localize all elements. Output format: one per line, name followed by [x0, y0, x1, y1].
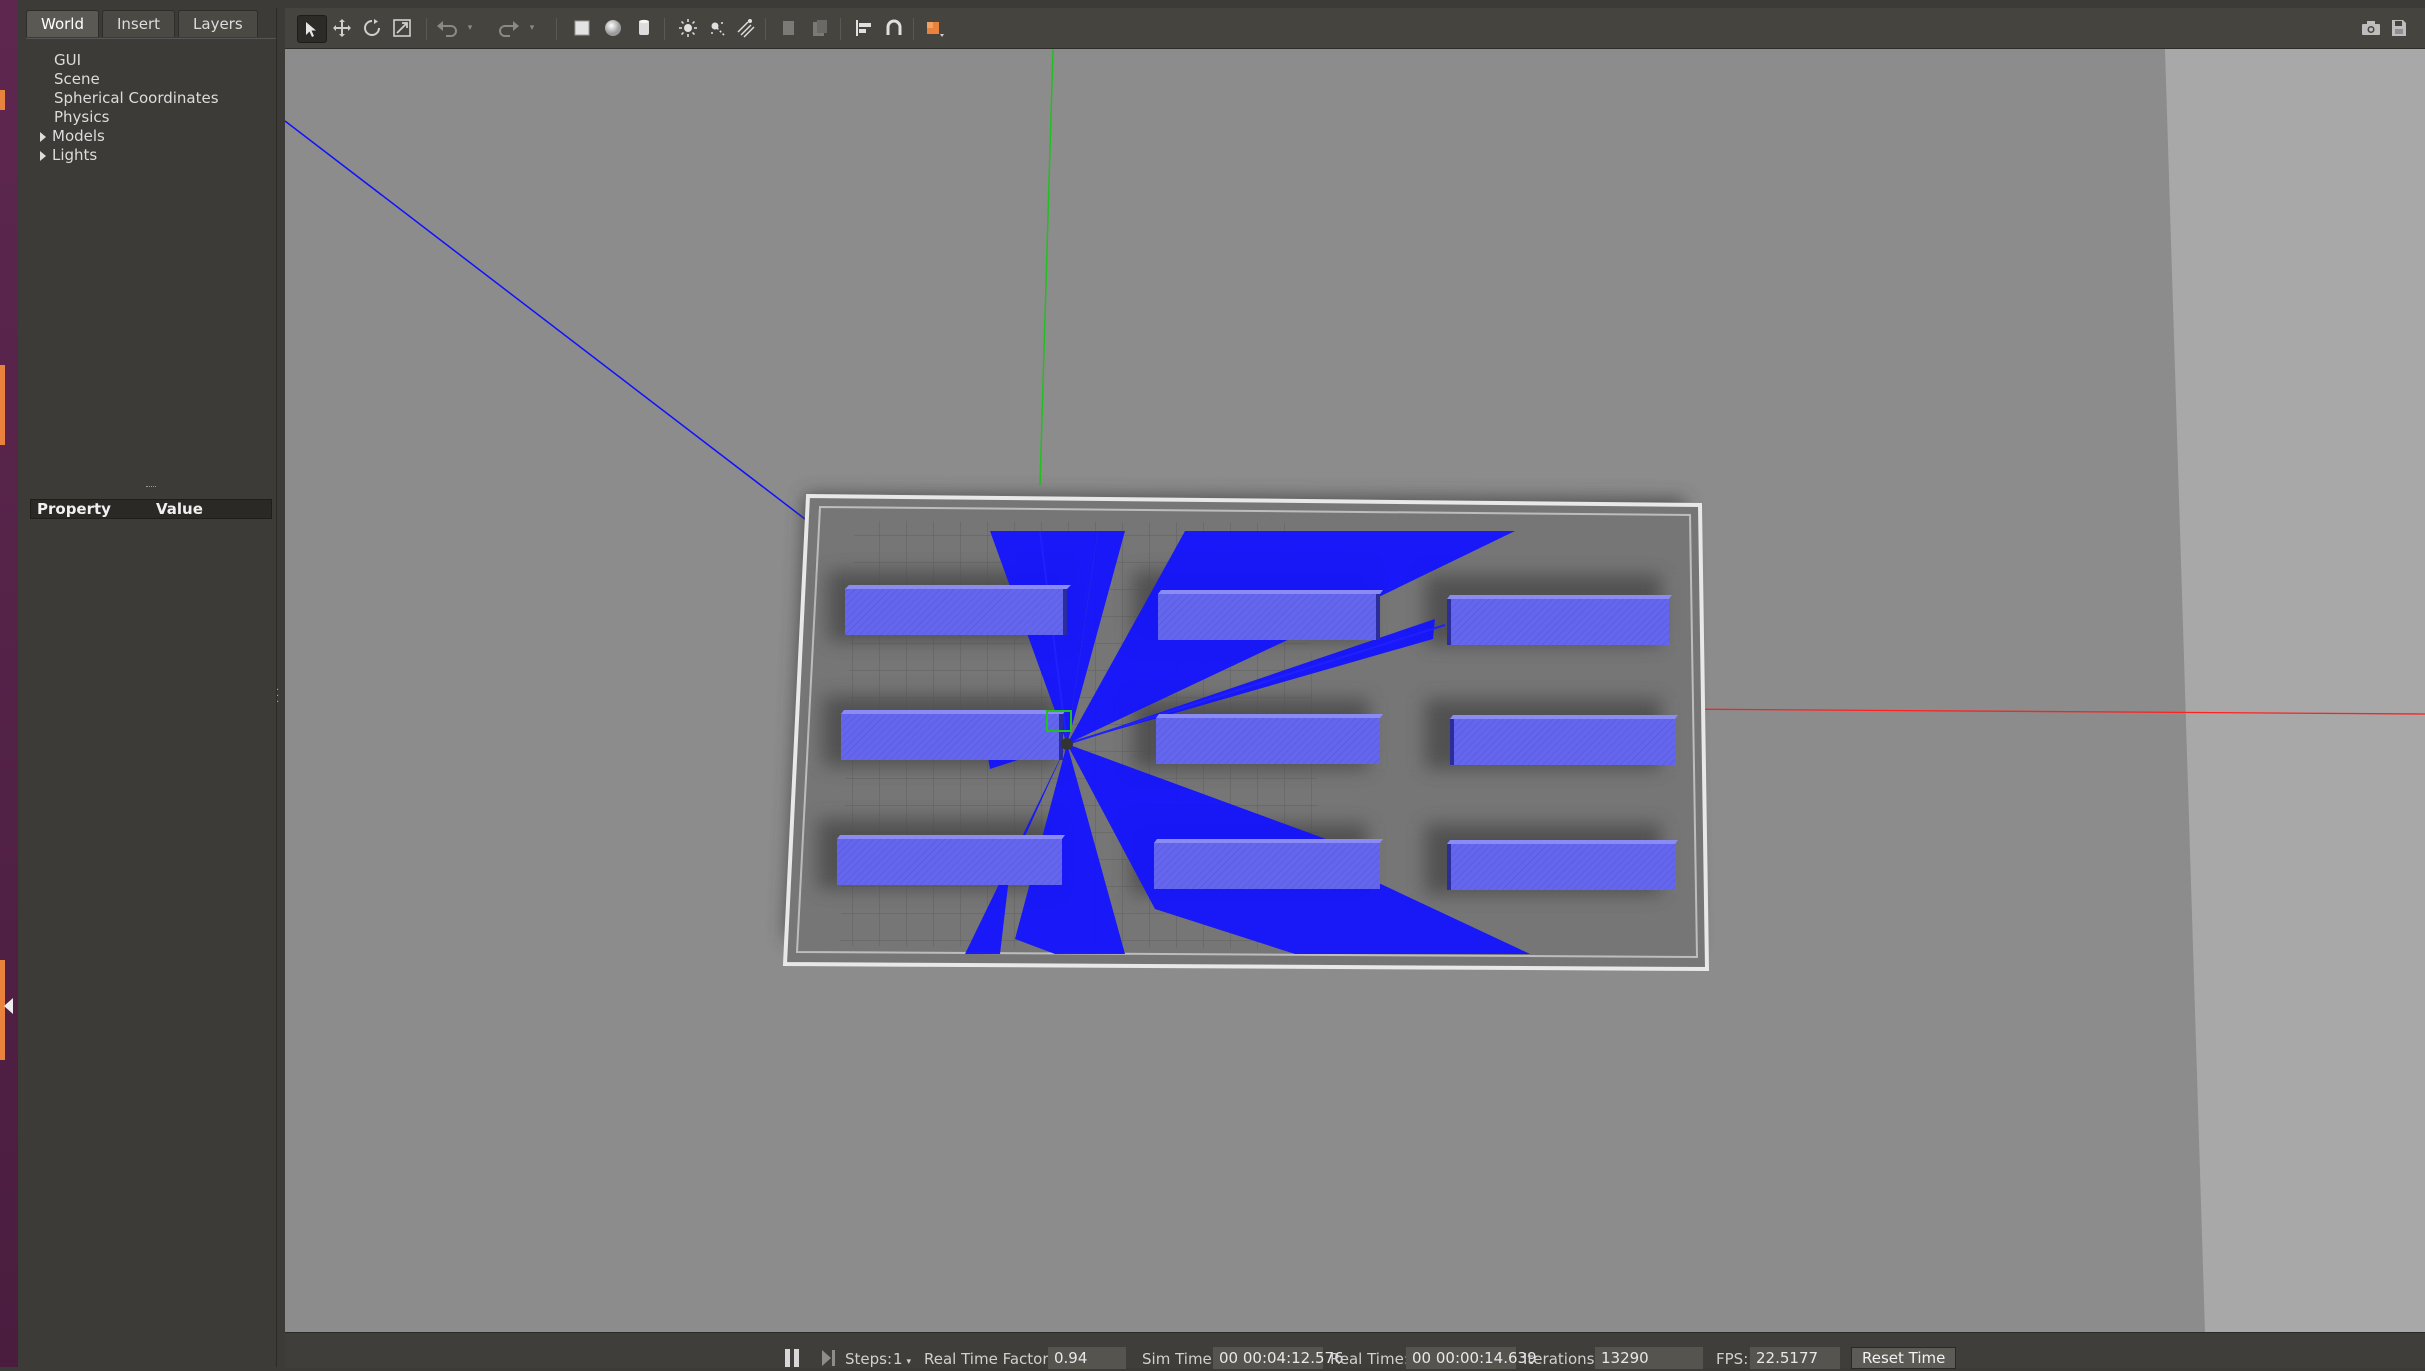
toolbar-separator — [840, 18, 841, 40]
property-table — [30, 519, 272, 1359]
background-plane — [2165, 49, 2425, 1332]
toolbar-separator — [765, 18, 766, 40]
copy-icon[interactable] — [775, 15, 803, 41]
shelves — [837, 585, 1678, 890]
launcher-bar — [0, 0, 18, 1367]
toolbar-separator — [664, 18, 665, 40]
sim-time-value: 00 00:04:12.576 — [1213, 1347, 1344, 1369]
tree-item-models[interactable]: Models — [40, 127, 105, 145]
steps-label: Steps: — [845, 1350, 893, 1368]
log-icon[interactable] — [2385, 15, 2413, 41]
panel-tabs: World Insert Layers — [26, 10, 261, 40]
shelf — [1450, 715, 1678, 765]
toolbar-separator — [556, 18, 557, 40]
scene-viewport[interactable] — [285, 49, 2425, 1332]
scene-render — [285, 49, 2425, 1332]
splitter-handle[interactable] — [146, 486, 156, 490]
cylinder-icon[interactable] — [630, 15, 658, 41]
directional-light-icon[interactable] — [732, 15, 760, 41]
shelf — [841, 710, 1066, 760]
tab-layers[interactable]: Layers — [178, 10, 258, 37]
shelf — [1154, 839, 1383, 889]
fps-label: FPS: — [1716, 1350, 1749, 1368]
tree-item-gui[interactable]: GUI — [54, 51, 81, 69]
tab-insert[interactable]: Insert — [102, 10, 176, 37]
reset-time-button[interactable]: Reset Time — [1851, 1347, 1957, 1369]
launcher-collapse-arrow-icon[interactable] — [4, 998, 13, 1014]
step-icon[interactable] — [820, 1349, 836, 1367]
launcher-indicator — [0, 365, 5, 445]
value-column-header: Value — [156, 500, 203, 518]
shelf — [1156, 714, 1383, 764]
iterations-label: Iterations: — [1523, 1350, 1600, 1368]
redo-dropdown-chevron-down-icon[interactable]: ▾ — [518, 15, 546, 41]
expand-arrow-icon[interactable] — [40, 150, 46, 161]
point-light-icon[interactable] — [674, 15, 702, 41]
toolbar-separator — [426, 18, 427, 40]
tab-world[interactable]: World — [26, 10, 99, 37]
screenshot-icon[interactable] — [2357, 15, 2385, 41]
real-time-factor-label: Real Time Factor: — [924, 1350, 1054, 1368]
sim-time-label: Sim Time: — [1142, 1350, 1217, 1368]
shelf — [837, 835, 1065, 885]
select-arrow-icon[interactable] — [297, 15, 327, 43]
box-icon[interactable] — [568, 15, 596, 41]
steps-spin-value[interactable]: 1 — [893, 1350, 903, 1368]
tree-item-models-label: Models — [52, 127, 105, 145]
spot-light-icon[interactable] — [703, 15, 731, 41]
expand-arrow-icon[interactable] — [40, 131, 46, 142]
tree-item-physics[interactable]: Physics — [54, 108, 109, 126]
view-angle-icon[interactable] — [921, 15, 949, 41]
y-axis-line — [1039, 49, 1054, 486]
statusbar: Steps: 1 ▾ Real Time Factor: 0.94 Sim Tim… — [285, 1332, 2425, 1369]
snap-icon[interactable] — [880, 15, 908, 41]
steps-value[interactable]: 1 ▾ — [893, 1350, 911, 1368]
shelf — [1447, 840, 1678, 890]
translate-icon[interactable] — [328, 15, 356, 41]
window-top-edge — [18, 0, 2425, 8]
shelf — [1447, 595, 1672, 645]
left-panel: World Insert Layers GUI Scene Spherical … — [26, 8, 277, 1367]
real-time-label: Real Time: — [1330, 1350, 1409, 1368]
real-time-factor-value: 0.94 — [1048, 1347, 1126, 1369]
property-table-header: Property Value — [30, 499, 272, 519]
scale-icon[interactable] — [388, 15, 416, 41]
pause-icon[interactable] — [785, 1349, 801, 1367]
tree-item-lights-label: Lights — [52, 146, 98, 164]
toolbar: ▾ ▾ — [285, 8, 2425, 49]
sphere-icon[interactable] — [599, 15, 627, 41]
panel-resize-handle[interactable]: · · · — [276, 686, 282, 708]
align-icon[interactable] — [850, 15, 878, 41]
shelf — [845, 585, 1071, 635]
world-tree: GUI Scene Spherical Coordinates Physics … — [26, 38, 276, 489]
chevron-down-icon[interactable]: ▾ — [907, 1357, 912, 1367]
rotate-icon[interactable] — [358, 15, 386, 41]
robot[interactable] — [1061, 738, 1073, 750]
tree-item-lights[interactable]: Lights — [40, 146, 97, 164]
property-column-header: Property — [37, 500, 111, 518]
real-time-value: 00 00:00:14.639 — [1406, 1347, 1537, 1369]
iterations-value: 13290 — [1595, 1347, 1703, 1369]
toolbar-separator — [913, 18, 914, 40]
tree-item-spherical-coordinates[interactable]: Spherical Coordinates — [54, 89, 219, 107]
launcher-indicator — [0, 90, 5, 110]
fps-value: 22.5177 — [1750, 1347, 1840, 1369]
paste-icon[interactable] — [806, 15, 834, 41]
tree-item-scene[interactable]: Scene — [54, 70, 100, 88]
shelf — [1158, 590, 1383, 640]
undo-dropdown-chevron-down-icon[interactable]: ▾ — [456, 15, 484, 41]
